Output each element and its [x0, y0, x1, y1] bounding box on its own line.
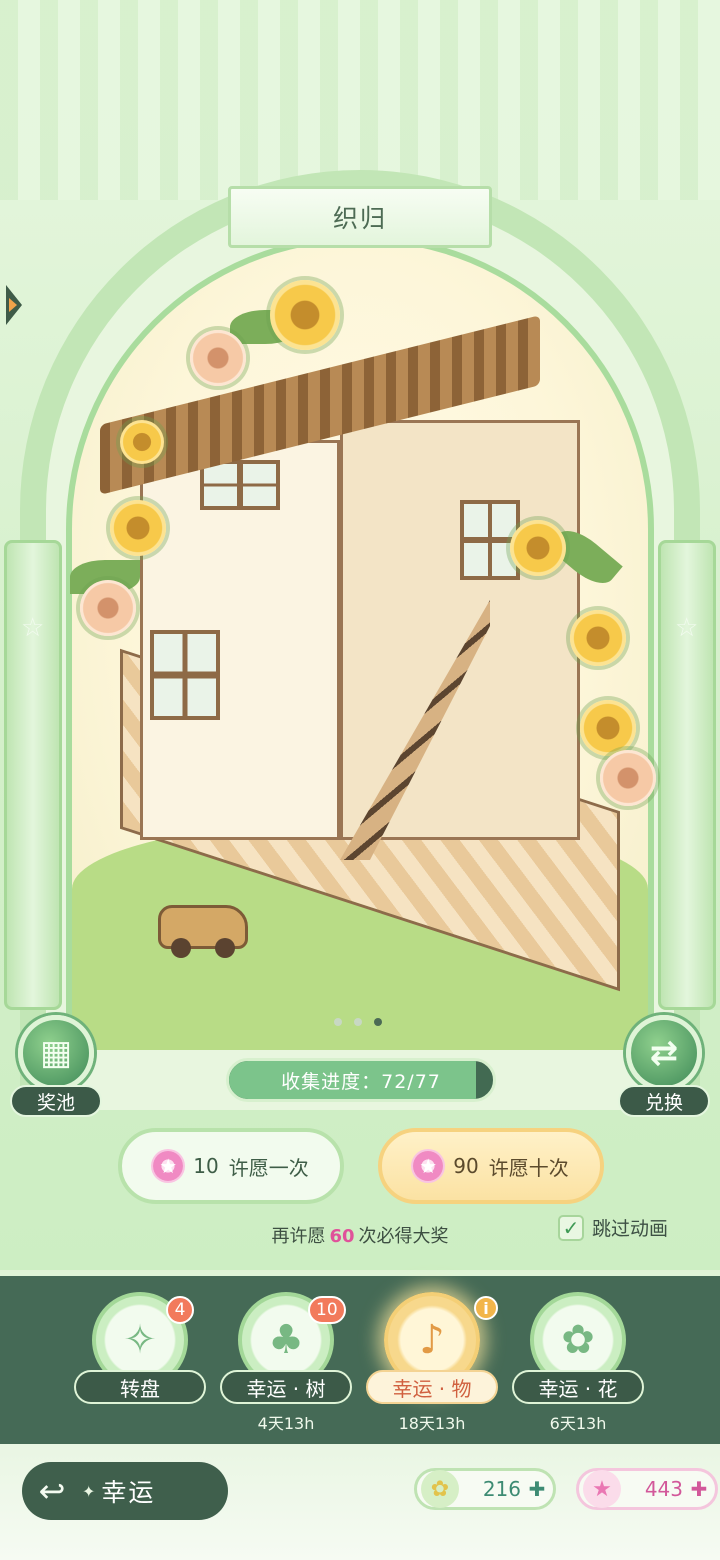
tab-timer: 18天13h [398, 1414, 466, 1433]
exchange-button[interactable]: ⇄ 兑换 [618, 1015, 710, 1117]
carousel-dot-active[interactable] [374, 1018, 382, 1026]
prize-pool-button[interactable]: ▦ 奖池 [10, 1015, 102, 1117]
sparkle-icon: ✦ [82, 1481, 96, 1501]
star-decoration-icon: ☆ [675, 613, 699, 643]
right-pillar: ☆ [658, 540, 716, 1010]
back-button[interactable]: ↩ ✦ 幸运 [22, 1462, 228, 1520]
sunflower [110, 500, 166, 556]
pink-star-icon: ★ [413, 1151, 444, 1181]
exchange-label: 兑换 [618, 1085, 710, 1117]
back-label: 幸运 [101, 1478, 156, 1507]
peach-flower [600, 750, 656, 806]
tab-label: 幸运 · 树 [220, 1370, 352, 1404]
skip-animation-label: 跳过动画 [592, 1218, 669, 1240]
pink-star-icon: ★ [583, 1470, 621, 1508]
tab-lucky-item[interactable]: ♪ i 幸运 · 物 18天13h [366, 1292, 498, 1433]
sunflower [580, 700, 636, 756]
tab-label: 幸运 · 物 [366, 1370, 498, 1404]
clover-icon: ✿ [421, 1470, 459, 1508]
collection-progress: 收集进度：72/77 [226, 1058, 496, 1102]
skip-animation-toggle[interactable]: ✓ 跳过动画 [558, 1214, 668, 1241]
tab-wheel[interactable]: ✧ 4 转盘 [74, 1292, 206, 1432]
peach-flower [190, 330, 246, 386]
wish-once-button[interactable]: ★ 10 许愿一次 [118, 1128, 344, 1204]
tab-timer: 4天13h [257, 1414, 315, 1433]
house-window [150, 630, 220, 720]
gift-box-icon: ▦ [18, 1015, 94, 1091]
carousel-dots [334, 1018, 382, 1026]
house-window [200, 460, 280, 510]
tab-lucky-flower[interactable]: ✿ 幸运 · 花 6天13h [512, 1292, 644, 1433]
wish-ten-label: 许愿十次 [488, 1155, 569, 1180]
info-icon[interactable]: i [474, 1296, 498, 1320]
sunflower [510, 520, 566, 576]
wish-ten-button[interactable]: ★ 90 许愿十次 [378, 1128, 604, 1204]
wish-ten-cost: 90 [453, 1154, 479, 1178]
add-icon[interactable]: ✚ [527, 1477, 547, 1501]
back-arrow-icon: ↩ [38, 1472, 66, 1510]
notification-badge: 10 [308, 1296, 346, 1324]
side-drawer-arrow-icon[interactable] [6, 285, 22, 325]
house-illustration [70, 280, 656, 992]
sunflower [570, 610, 626, 666]
checkbox-checked-icon[interactable]: ✓ [558, 1214, 584, 1241]
clover-currency-value: 216 [482, 1477, 521, 1501]
prize-pool-label: 奖池 [10, 1085, 102, 1117]
tab-lucky-tree[interactable]: ♣ 10 幸运 · 树 4天13h [220, 1292, 352, 1433]
guarantee-count: 60 [329, 1226, 355, 1247]
tab-timer: 6天13h [549, 1414, 607, 1433]
carousel-dot[interactable] [354, 1018, 362, 1026]
star-currency-value: 443 [644, 1477, 683, 1501]
star-currency[interactable]: ★ 443 ✚ [576, 1468, 718, 1510]
set-title: 织归 [228, 186, 492, 248]
guarantee-suffix: 次必得大奖 [358, 1226, 449, 1247]
add-icon[interactable]: ✚ [689, 1477, 709, 1501]
pink-star-icon: ★ [153, 1151, 184, 1181]
clover-currency[interactable]: ✿ 216 ✚ [414, 1468, 556, 1510]
house-right-wall [340, 420, 580, 840]
left-pillar: ☆ [4, 540, 62, 1010]
carousel-dot[interactable] [334, 1018, 342, 1026]
progress-text: 收集进度：72/77 [281, 1070, 441, 1093]
wish-once-cost: 10 [193, 1154, 219, 1178]
sunflower [270, 280, 340, 350]
toy-car [158, 905, 248, 958]
wish-once-label: 许愿一次 [228, 1155, 309, 1180]
notification-badge: 4 [166, 1296, 194, 1324]
tab-label: 幸运 · 花 [512, 1370, 644, 1404]
sunflower [120, 420, 164, 464]
guarantee-prefix: 再许愿 [271, 1226, 326, 1247]
star-decoration-icon: ☆ [21, 613, 45, 643]
peach-flower [80, 580, 136, 636]
exchange-arrows-icon: ⇄ [626, 1015, 702, 1091]
tab-label: 转盘 [74, 1370, 206, 1404]
